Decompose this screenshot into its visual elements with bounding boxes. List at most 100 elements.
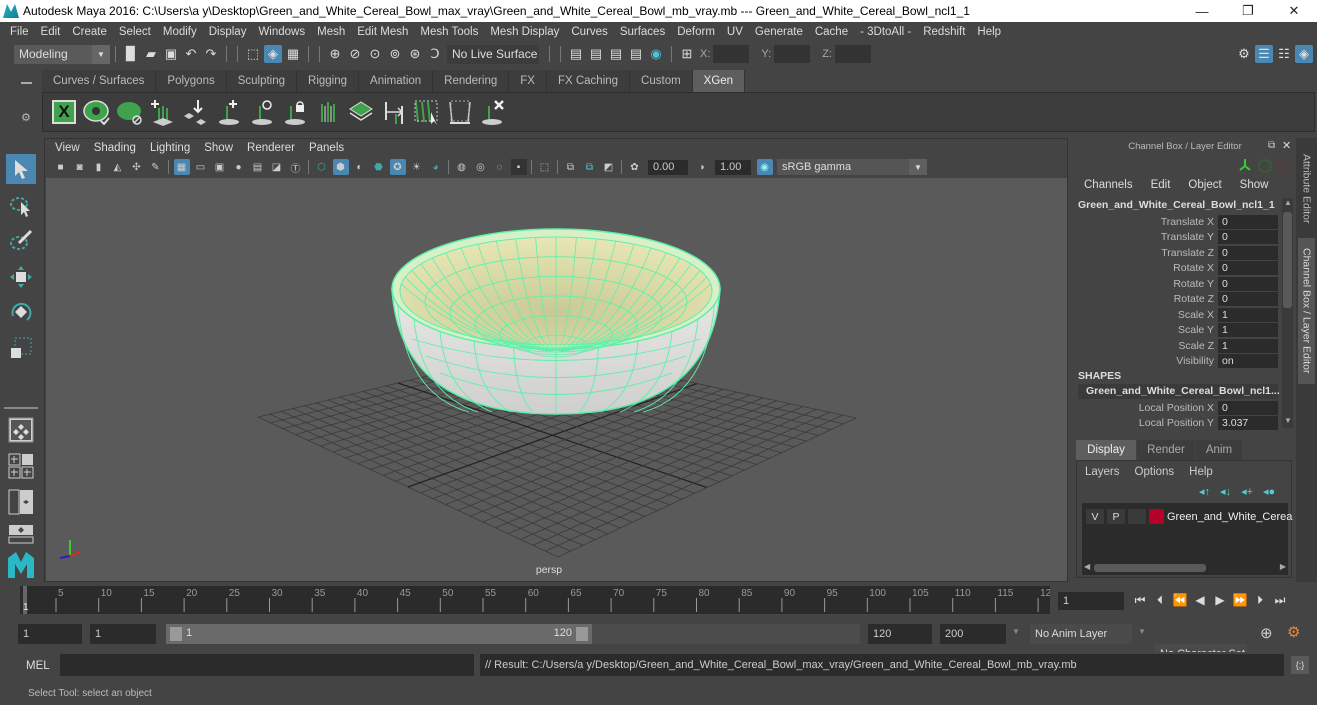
channel-label[interactable]: Scale Z [1072,340,1218,352]
close-panel-icon[interactable]: ✕ [1282,139,1291,152]
shelf-tab-animation[interactable]: Animation [359,70,434,92]
render-view-icon[interactable]: ▤ [567,45,585,63]
menu-cache[interactable]: Cache [809,26,854,38]
undo-icon[interactable]: ↶ [182,45,200,63]
textured-icon[interactable]: ✪ [389,159,406,175]
channel-row[interactable]: Rotate Y0 [1072,276,1282,291]
modeling-toolkit-icon[interactable]: ⚙ [1235,45,1253,63]
new-scene-icon[interactable]: ▉ [122,45,140,63]
channel-box-toggle-icon[interactable]: ◈ [1295,45,1313,63]
persp-graph-layout-icon[interactable] [6,519,36,549]
channel-label[interactable]: Translate X [1072,216,1218,228]
gate-mask-icon[interactable]: ● [231,159,247,175]
range-slider-track[interactable] [592,624,860,644]
channel-value[interactable]: 1 [1218,307,1278,322]
channel-row[interactable]: Translate X0 [1072,214,1282,229]
channel-box-layer-editor-tab[interactable]: Channel Box / Layer Editor [1298,238,1315,384]
minimize-button[interactable]: — [1179,0,1225,22]
playback-end-input[interactable]: 120 [868,624,932,644]
resolution-gate-icon[interactable]: ▣ [212,159,228,175]
image-plane-icon[interactable]: ◭ [110,159,126,175]
smooth-shade-icon[interactable]: ⬢ [332,159,349,175]
select-object-icon[interactable]: ◈ [264,45,282,63]
channel-row[interactable]: Scale Y1 [1072,323,1282,338]
select-component-icon[interactable]: ▦ [284,45,302,63]
menu-redshift[interactable]: Redshift [917,26,971,38]
move-tool-icon[interactable] [6,262,36,292]
wireframe-icon[interactable]: ⬡ [314,159,330,175]
channel-label[interactable]: Scale Y [1072,324,1218,336]
time-slider[interactable]: 5 10 15 20 25 30 35 40 45 50 55 60 65 70 75 80 85 90 95 100… [20,586,1052,614]
channel-row[interactable]: Visibility on [1072,354,1282,369]
scroll-left-icon[interactable]: ◀ [1084,562,1090,571]
layer-visibility-toggle[interactable]: V [1086,509,1104,524]
xray-joints-icon[interactable]: ⧉ [582,159,598,175]
new-layer-from-selection-icon[interactable]: ◂● [1263,485,1275,498]
cereal-bowl-mesh[interactable] [391,228,721,415]
panel-menu-lighting[interactable]: Lighting [143,142,197,154]
range-start-handle[interactable] [170,627,182,641]
playback-start-input[interactable]: 1 [90,624,156,644]
channel-row[interactable]: Local Position Y 3.037 [1072,416,1282,431]
snap-view-plane-icon[interactable]: ⊛ [406,45,424,63]
lock-guides-icon[interactable] [280,97,310,127]
shelf-tab-rendering[interactable]: Rendering [433,70,510,92]
script-editor-icon[interactable]: {;} [1291,656,1309,674]
scrollbar-thumb[interactable] [1283,212,1292,308]
shelf-tab-custom[interactable]: Custom [630,70,693,92]
grease-pencil-icon[interactable]: ✎ [148,159,164,175]
scrollbar-thumb[interactable] [1094,564,1206,572]
tab-anim[interactable]: Anim [1196,440,1242,460]
menu-mesh[interactable]: Mesh [311,26,351,38]
rebuild-guides-icon[interactable] [379,97,409,127]
make-live-icon[interactable]: Ↄ [426,45,444,63]
screen-space-ao-icon[interactable]: ◍ [454,159,470,175]
help-menu[interactable]: Help [1189,466,1213,478]
snap-projected-center-icon[interactable]: ⊚ [386,45,404,63]
layer-playback-toggle[interactable]: P [1107,509,1125,524]
chevron-down-icon[interactable]: ▼ [1012,627,1020,636]
channel-label[interactable]: Visibility [1072,355,1218,367]
select-camera-icon[interactable]: ■ [53,159,69,175]
channel-row[interactable]: Scale X1 [1072,307,1282,322]
scale-tool-icon[interactable] [6,333,36,363]
shelf-tab-sculpting[interactable]: Sculpting [226,70,298,92]
use-all-lights-icon[interactable]: ☀ [409,159,425,175]
layers-menu[interactable]: Layers [1085,466,1120,478]
xgen-library-icon[interactable]: X [49,97,79,127]
menu-mesh-display[interactable]: Mesh Display [484,26,565,38]
channel-value[interactable]: 0 [1218,230,1278,244]
channel-row[interactable]: Local Position X0 [1072,400,1282,415]
default-material-icon[interactable]: ◐ [352,159,368,175]
lasso-tool-icon[interactable] [6,191,36,221]
menu-edit-mesh[interactable]: Edit Mesh [351,26,414,38]
animation-end-input[interactable]: 200 [940,624,1006,644]
channel-box-scrollbar[interactable]: ▲ ▼ [1282,198,1293,428]
step-forward-frame-icon[interactable]: ⏵ [1250,590,1270,610]
range-slider[interactable]: 1 120 [166,624,592,644]
options-menu[interactable]: Options [1135,466,1175,478]
menu-deform[interactable]: Deform [671,26,721,38]
play-backwards-icon[interactable]: ◀ [1190,590,1210,610]
channel-value[interactable]: 0 [1218,292,1278,306]
layer-name[interactable]: Green_and_White_Cerea [1167,511,1292,523]
menu-surfaces[interactable]: Surfaces [614,26,671,38]
menu-windows[interactable]: Windows [252,26,311,38]
anti-aliasing-icon[interactable]: ◌ [492,159,508,175]
anim-layer-dropdown[interactable]: No Anim Layer [1030,624,1132,644]
channel-value[interactable]: on [1218,354,1278,368]
delete-guides-icon[interactable] [478,97,508,127]
shelf-tab-xgen[interactable]: XGen [692,70,746,92]
safe-action-icon[interactable]: ◪ [269,159,285,175]
channel-label[interactable]: Rotate X [1072,262,1218,274]
show-guides-icon[interactable] [247,97,277,127]
mel-command-input[interactable] [60,654,474,676]
tab-render[interactable]: Render [1137,440,1195,460]
tool-settings-toggle-icon[interactable]: ☷ [1275,45,1293,63]
hypershade-icon[interactable]: ◉ [647,45,665,63]
ipr-render-icon[interactable]: ▤ [607,45,625,63]
go-to-end-icon[interactable]: ⏭ [1270,590,1290,610]
new-empty-layer-icon[interactable]: ◂+ [1241,485,1253,498]
channel-value[interactable]: 1 [1218,338,1278,353]
shape-name[interactable]: Green_and_White_Cereal_Bowl_ncl1... [1078,384,1280,399]
